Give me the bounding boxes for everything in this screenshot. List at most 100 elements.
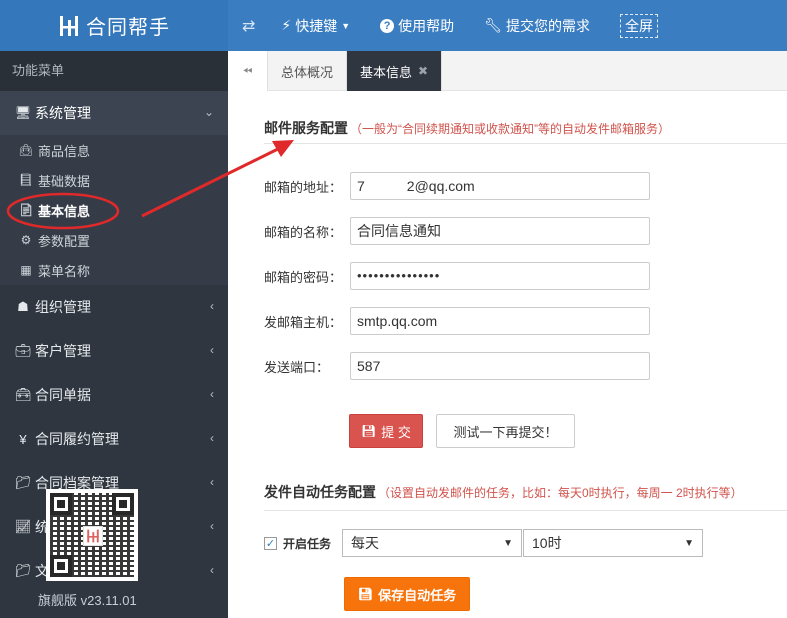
enable-task-checkbox[interactable]: ✓ (264, 536, 277, 550)
caret-down-icon: ▼ (341, 20, 351, 31)
logo-icon (58, 14, 80, 38)
hour-value: 10时 (532, 535, 562, 551)
top-bar: 合同帮手 ⇄ ⚡ 快捷键 ▼ ? 使用帮助 🔧︎ 提交您的需求 全屏 (0, 0, 787, 51)
save-task-label: 保存自动任务 (378, 587, 457, 603)
mail-section-note: （一般为“合同续期通知或收款通知”等的自动发件邮箱服务） (350, 122, 670, 136)
enable-task-label: 开启任务 (283, 536, 332, 551)
sidebar-group-customer[interactable]: 💼︎ 客户管理 ‹ (0, 329, 228, 373)
mail-section-title: 邮件服务配置 （一般为“合同续期通知或收款通知”等的自动发件邮箱服务） (264, 118, 670, 138)
feedback-link[interactable]: 🔧︎ 提交您的需求 (484, 16, 590, 36)
form-row-port: 发送端口： 587 (264, 352, 650, 380)
app-title: 合同帮手 (86, 17, 170, 39)
password-label: 邮箱的密码： (264, 269, 343, 285)
qr-code (46, 489, 138, 581)
email-field[interactable]: 7 2@qq.com (350, 172, 650, 200)
password-field[interactable]: ••••••••••••••• (350, 262, 650, 290)
sidebar-group-label: 合同单据 (35, 387, 91, 403)
tab-label: 总体概况 (281, 64, 334, 80)
save-task-button[interactable]: 💾︎ 保存自动任务 (344, 577, 470, 611)
sidebar-group-label: 客户管理 (35, 343, 91, 359)
form-row-host: 发邮箱主机： smtp.qq.com (264, 307, 650, 335)
briefcase-icon: 💼︎ (14, 343, 32, 358)
help-link[interactable]: ? 使用帮助 (380, 16, 454, 36)
shortcut-label: 快捷键 (295, 17, 338, 34)
chevron-down-icon: ▼ (503, 537, 514, 549)
folder-icon: 📁︎ (14, 563, 32, 578)
auto-task-row: ✓ 开启任务 每天 ▼ 10时 ▼ (264, 529, 704, 557)
help-label: 使用帮助 (398, 17, 455, 34)
chevron-left-icon: ‹ (210, 519, 214, 533)
qr-finder (50, 555, 72, 577)
qr-logo-icon (83, 526, 103, 546)
sidebar-item-base-data[interactable]: 📘︎ 基础数据 (0, 165, 228, 195)
chevron-down-icon: ▼ (684, 537, 695, 549)
version-label: 旗舰版 v23.11.01 (38, 593, 137, 608)
chevron-left-icon: ‹ (210, 563, 214, 577)
divider (264, 143, 787, 144)
tab-label: 基本信息 (360, 64, 413, 80)
sidebar-group-label: 组织管理 (35, 299, 91, 315)
mailbox-name-field[interactable]: 合同信息通知 (350, 217, 650, 245)
shortcut-menu[interactable]: ⚡ 快捷键 ▼ (281, 16, 350, 36)
mailbox-name-label: 邮箱的名称： (264, 224, 343, 240)
tab-basic-info[interactable]: 基本信息 ✖ (347, 51, 443, 91)
sidebar-item-params[interactable]: ⚙ 参数配置 (0, 225, 228, 255)
desktop-icon: 🖥︎ (14, 105, 32, 120)
sidebar-group-contract-docs[interactable]: 🧰︎ 合同单据 ‹ (0, 373, 228, 417)
main-content: 邮件服务配置 （一般为“合同续期通知或收款通知”等的自动发件邮箱服务） 邮箱的地址… (228, 91, 787, 618)
book-icon: 📘︎ (18, 173, 34, 187)
bolt-icon: ⚡ (281, 17, 292, 33)
sidebar-item-label: 商品信息 (38, 143, 91, 159)
chevron-left-icon: ‹ (210, 343, 214, 357)
toggle-sidebar-icon[interactable]: ⇄ (242, 16, 255, 36)
question-icon: ? (380, 18, 395, 33)
sitemap-icon: ☗ (17, 299, 29, 314)
form-row-name: 邮箱的名称： 合同信息通知 (264, 217, 650, 245)
sidebar-item-basic-info[interactable]: 📄︎ 基本信息 (0, 195, 228, 225)
yen-icon: ¥ (19, 431, 27, 447)
sidebar-group-fulfillment[interactable]: ¥ 合同履约管理 ‹ (0, 417, 228, 461)
hour-select[interactable]: 10时 ▼ (523, 529, 704, 557)
sidebar-group-label: 系统管理 (35, 105, 91, 121)
sidebar-title: 功能菜单 (0, 51, 228, 91)
sidebar-item-label: 基础数据 (38, 173, 91, 189)
suitcase-icon: 🧰︎ (14, 387, 32, 402)
frequency-select[interactable]: 每天 ▼ (342, 529, 523, 557)
submit-button[interactable]: 💾︎ 提 交 (349, 414, 423, 448)
chevron-left-icon: ‹ (210, 387, 214, 401)
port-field[interactable]: 587 (350, 352, 650, 380)
folder-icon: 📁︎ (14, 475, 32, 490)
divider (264, 510, 787, 511)
fullscreen-button[interactable]: 全屏 (619, 13, 658, 38)
sidebar-group-system[interactable]: 🖥︎ 系统管理 ⌄ (0, 91, 228, 135)
sidebar-item-menu-names[interactable]: ▦ 菜单名称 (0, 255, 228, 285)
chevron-left-icon: ‹ (210, 299, 214, 313)
save-icon: 💾︎ (361, 424, 377, 438)
close-icon[interactable]: ✖ (418, 64, 428, 78)
file-icon: 📄︎ (18, 203, 34, 217)
tab-bar: ⏪︎ 总体概况 基本信息 ✖ (228, 51, 787, 91)
tab-overview[interactable]: 总体概况 (268, 51, 348, 91)
app-logo: 合同帮手 (0, 0, 228, 51)
tab-scroll-left-icon[interactable]: ⏪︎ (228, 51, 268, 91)
submit-label: 提 交 (381, 424, 411, 440)
sidebar-item-label: 菜单名称 (38, 263, 91, 279)
smtp-host-label: 发邮箱主机： (264, 314, 343, 330)
chevron-down-icon: ⌄ (203, 105, 214, 119)
port-label: 发送端口： (264, 359, 330, 375)
test-button[interactable]: 测试一下再提交！ (436, 414, 575, 448)
sidebar-group-org[interactable]: ☗ 组织管理 ‹ (0, 285, 228, 329)
save-icon: 💾︎ (357, 587, 374, 601)
task-section-title: 发件自动任务配置 （设置自动发邮件的任务，比如：每天0时执行，每周一 2时执行等） (264, 482, 743, 502)
gear-icon: ⚙ (20, 233, 32, 247)
wrench-icon: 🔧︎ (484, 17, 502, 33)
qr-finder (112, 493, 134, 515)
chevron-left-icon: ‹ (210, 475, 214, 489)
smtp-host-field[interactable]: smtp.qq.com (350, 307, 650, 335)
sidebar-item-goods[interactable]: 👜︎ 商品信息 (0, 135, 228, 165)
sidebar-item-label: 参数配置 (38, 233, 91, 249)
mail-section-heading: 邮件服务配置 (264, 120, 348, 136)
task-section-note: （设置自动发邮件的任务，比如：每天0时执行，每周一 2时执行等） (378, 486, 743, 500)
form-row-email: 邮箱的地址： 7 2@qq.com (264, 172, 650, 200)
form-row-password: 邮箱的密码： ••••••••••••••• (264, 262, 650, 290)
